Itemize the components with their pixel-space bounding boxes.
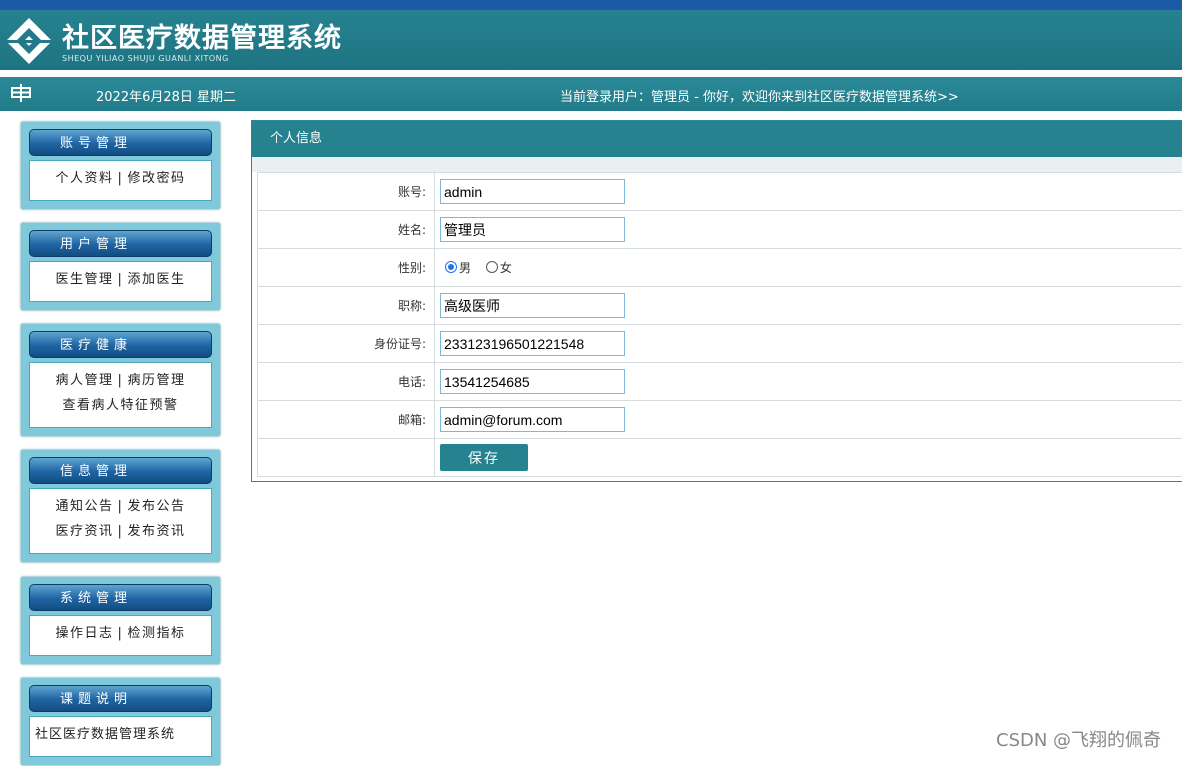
panel-title: 个人信息 <box>252 121 1182 157</box>
phone-input[interactable] <box>440 369 625 394</box>
menu-info: 信息管理 通知公告 |发布公告 医疗资讯 |发布资讯 <box>20 449 221 563</box>
link-medical-news[interactable]: 医疗资讯 <box>56 524 114 539</box>
menu-title-project[interactable]: 课题说明 <box>29 685 212 712</box>
label-account: 账号: <box>258 173 435 211</box>
form-row-title: 职称: <box>258 287 1182 325</box>
menu-links-project: 社区医疗数据管理系统 <box>29 716 212 757</box>
menu-links-health: 病人管理 |病历管理 查看病人特征预警 <box>29 362 212 428</box>
menu-links-users: 医生管理 |添加医生 <box>29 261 212 302</box>
label-phone: 电话: <box>258 363 435 401</box>
gender-options: 男 女 <box>435 249 1182 287</box>
link-separator: | <box>118 272 124 287</box>
link-publish-news[interactable]: 发布资讯 <box>127 524 185 539</box>
label-email: 邮箱: <box>258 401 435 439</box>
app-header: 社区医疗数据管理系统 SHEQU YILIAO SHUJU GUANLI XIT… <box>0 10 1182 70</box>
radio-male-label: 男 <box>459 261 471 275</box>
link-change-password[interactable]: 修改密码 <box>127 171 185 186</box>
menu-system: 系统管理 操作日志 |检测指标 <box>20 576 221 665</box>
csdn-watermark: CSDN @飞翔的佩奇 <box>996 726 1161 752</box>
link-separator: | <box>118 524 124 539</box>
form-row-email: 邮箱: <box>258 401 1182 439</box>
title-input[interactable] <box>440 293 625 318</box>
form-row-gender: 性别: 男 女 <box>258 249 1182 287</box>
menu-account: 账号管理 个人资料 |修改密码 <box>20 121 221 210</box>
link-patient-management[interactable]: 病人管理 <box>56 373 114 388</box>
save-button[interactable]: 保存 <box>440 444 528 471</box>
link-doctor-management[interactable]: 医生管理 <box>56 272 114 287</box>
form-row-id-number: 身份证号: <box>258 325 1182 363</box>
welcome-message: 当前登录用户：管理员 - 你好，欢迎你来到社区医疗数据管理系统>> <box>560 86 959 105</box>
radio-female-label: 女 <box>500 261 512 275</box>
link-separator: | <box>118 373 124 388</box>
label-title: 职称: <box>258 287 435 325</box>
menu-links-account: 个人资料 |修改密码 <box>29 160 212 201</box>
name-input[interactable] <box>440 217 625 242</box>
empty-label-cell <box>258 439 435 477</box>
link-separator: | <box>118 626 124 641</box>
link-notices[interactable]: 通知公告 <box>56 499 114 514</box>
menu-title-health[interactable]: 医疗健康 <box>29 331 212 358</box>
form-row-phone: 电话: <box>258 363 1182 401</box>
radio-female[interactable] <box>486 261 498 273</box>
form-row-actions: 保存 <box>258 439 1182 477</box>
account-input[interactable] <box>440 179 625 204</box>
menu-users: 用户管理 医生管理 |添加医生 <box>20 222 221 311</box>
grid-icon <box>11 83 31 103</box>
radio-male[interactable] <box>445 261 457 273</box>
id-number-input[interactable] <box>440 331 625 356</box>
link-operation-log[interactable]: 操作日志 <box>56 626 114 641</box>
panel-band <box>252 157 1182 172</box>
link-record-management[interactable]: 病历管理 <box>127 373 185 388</box>
app-subtitle: SHEQU YILIAO SHUJU GUANLI XITONG <box>62 54 229 63</box>
browser-top-strip <box>0 0 1182 10</box>
link-separator: | <box>118 499 124 514</box>
profile-panel: 个人信息 账号: 姓名: 性别: 男 女 职称: 身份证号: 电话: <box>251 120 1182 482</box>
menu-title-info[interactable]: 信息管理 <box>29 457 212 484</box>
menu-project: 课题说明 社区医疗数据管理系统 <box>20 677 221 766</box>
menu-links-system: 操作日志 |检测指标 <box>29 615 212 656</box>
link-separator: | <box>118 171 124 186</box>
label-gender: 性别: <box>258 249 435 287</box>
menu-title-system[interactable]: 系统管理 <box>29 584 212 611</box>
current-date: 2022年6月28日 星期二 <box>96 86 236 105</box>
app-title: 社区医疗数据管理系统 <box>62 16 342 55</box>
profile-form: 账号: 姓名: 性别: 男 女 职称: 身份证号: 电话: 邮箱: <box>257 172 1182 477</box>
label-name: 姓名: <box>258 211 435 249</box>
link-system-description[interactable]: 社区医疗数据管理系统 <box>35 727 175 742</box>
link-add-doctor[interactable]: 添加医生 <box>127 272 185 287</box>
menu-links-info: 通知公告 |发布公告 医疗资讯 |发布资讯 <box>29 488 212 554</box>
link-patient-warning[interactable]: 查看病人特征预警 <box>62 398 178 413</box>
form-row-account: 账号: <box>258 173 1182 211</box>
link-publish-notice[interactable]: 发布公告 <box>127 499 185 514</box>
link-test-indicators[interactable]: 检测指标 <box>127 626 185 641</box>
form-row-name: 姓名: <box>258 211 1182 249</box>
email-input[interactable] <box>440 407 625 432</box>
label-id-number: 身份证号: <box>258 325 435 363</box>
menu-title-account[interactable]: 账号管理 <box>29 129 212 156</box>
menu-title-users[interactable]: 用户管理 <box>29 230 212 257</box>
menu-health: 医疗健康 病人管理 |病历管理 查看病人特征预警 <box>20 323 221 437</box>
diamond-logo-icon <box>4 16 54 66</box>
info-bar: 2022年6月28日 星期二 当前登录用户：管理员 - 你好，欢迎你来到社区医疗… <box>0 77 1182 111</box>
header-divider <box>0 70 1182 74</box>
link-profile[interactable]: 个人资料 <box>56 171 114 186</box>
